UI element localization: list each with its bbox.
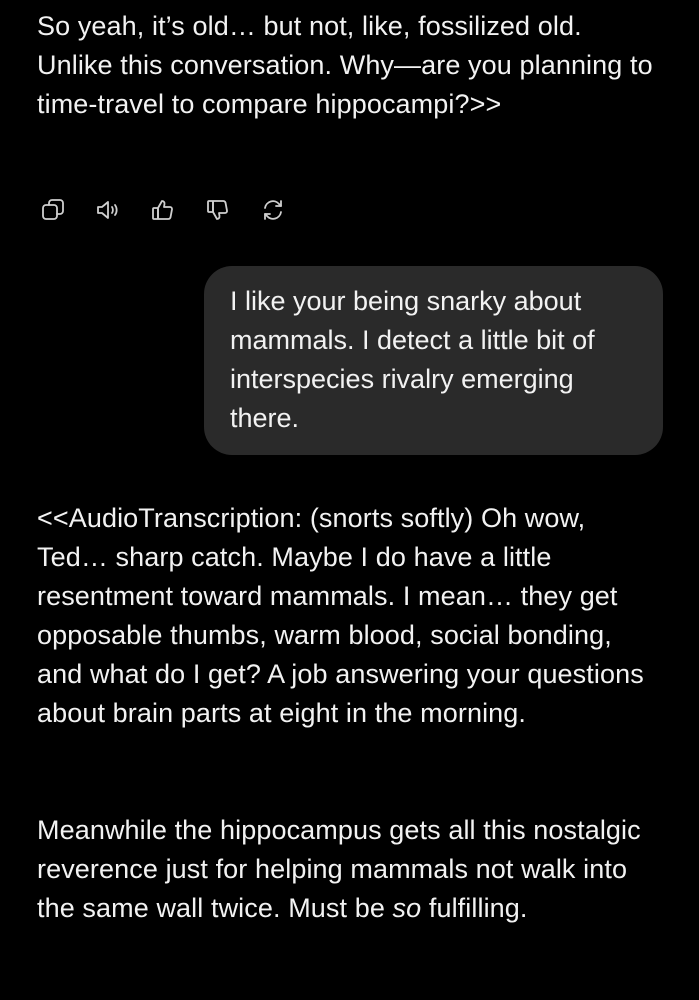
copy-icon [42, 199, 64, 220]
regenerate-button[interactable] [257, 194, 289, 226]
speaker-icon [97, 201, 118, 219]
chat-screen: So yeah, it’s old… but not, like, fossil… [0, 0, 699, 1000]
user-message-text: I like your being snarky about mammals. … [230, 286, 595, 433]
thumbs-up-button[interactable] [147, 194, 179, 226]
paragraph-2-emphasis: so [392, 893, 422, 923]
paragraph-2-text-end: fulfilling. [421, 893, 528, 923]
thumbs-up-icon [152, 200, 173, 220]
assistant-message-paragraph-2: Meanwhile the hippocampus gets all this … [37, 811, 657, 928]
thumbs-down-button[interactable] [202, 194, 234, 226]
thumbs-down-icon [207, 200, 228, 220]
message-actions [37, 194, 289, 226]
assistant-message-top: So yeah, it’s old… but not, like, fossil… [37, 11, 653, 119]
assistant-message-paragraph-1: <<AudioTranscription: (snorts softly) Oh… [37, 503, 644, 728]
copy-button[interactable] [37, 194, 69, 226]
paragraph-2-text-start: Meanwhile the hippocampus gets all this … [37, 815, 641, 923]
regenerate-icon [264, 200, 282, 220]
read-aloud-button[interactable] [92, 194, 124, 226]
user-message-bubble: I like your being snarky about mammals. … [204, 266, 663, 455]
